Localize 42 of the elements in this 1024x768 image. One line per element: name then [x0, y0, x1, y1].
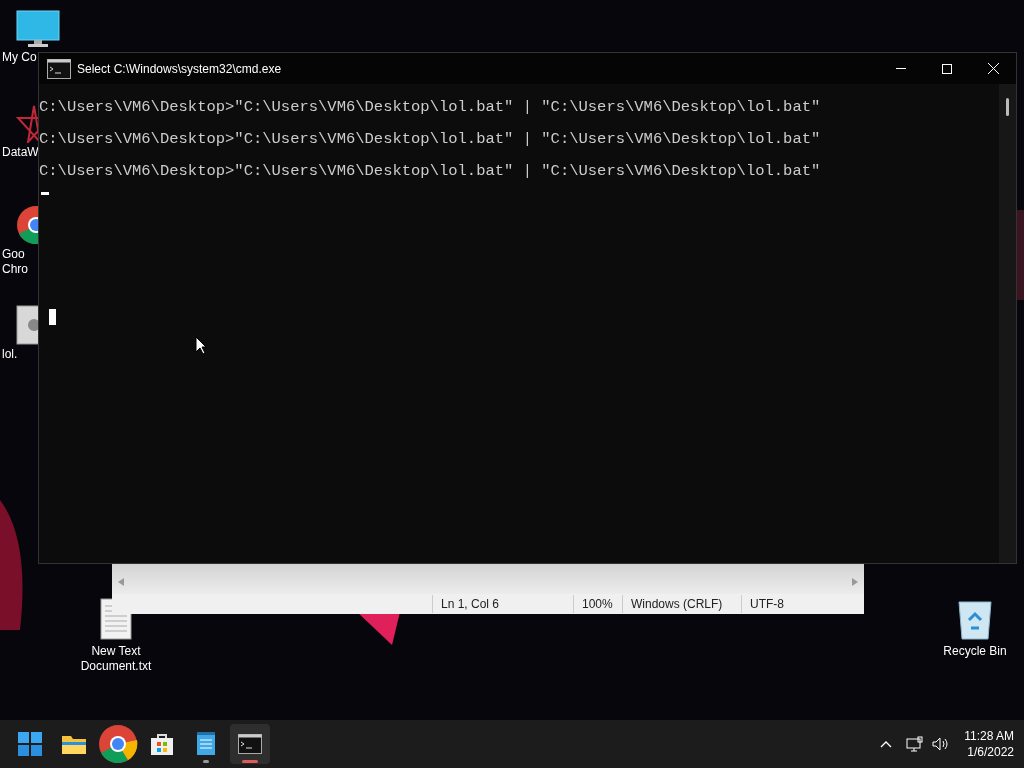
taskbar-app-button[interactable] — [98, 724, 138, 764]
running-indicator — [242, 760, 258, 763]
console-line: C:\Users\VM6\Desktop>"C:\Users\VM6\Desktop\lol.bat" | "C:\Users\VM6\Desktop\lol.bat" — [39, 99, 821, 116]
status-text: 100% — [573, 595, 622, 613]
mouse-pointer-icon — [195, 336, 207, 355]
icon-label: lol. — [2, 347, 18, 362]
windows-logo-icon — [18, 732, 42, 756]
recycle-bin-icon — [957, 598, 993, 640]
browser-icon — [98, 724, 138, 764]
gear-file-icon — [16, 305, 38, 345]
chevron-up-icon[interactable] — [880, 740, 893, 748]
network-icon[interactable] — [906, 736, 925, 752]
clock-time[interactable]: 11:28 AM — [964, 728, 1014, 744]
folder-icon — [61, 733, 87, 755]
monitor-icon — [16, 10, 60, 48]
running-indicator — [203, 760, 209, 763]
icon-label: My Co — [2, 50, 37, 65]
icon-label: Goo Chro — [2, 247, 28, 277]
clock-date[interactable]: 1/6/2022 — [967, 744, 1014, 760]
close-icon — [987, 63, 999, 74]
text-cursor — [41, 192, 49, 195]
window-title: Select C:\Windows\system32\cmd.exe — [77, 60, 282, 78]
minimize-icon — [896, 68, 906, 69]
notepad-icon — [196, 732, 216, 756]
terminal-icon — [47, 58, 71, 79]
maximize-icon — [942, 63, 952, 74]
console-line: C:\Users\VM6\Desktop>"C:\Users\VM6\Desktop\lol.bat" | "C:\Users\VM6\Desktop\lol.bat" — [39, 163, 821, 180]
console-line: C:\Users\VM6\Desktop>"C:\Users\VM6\Desktop\lol.bat" | "C:\Users\VM6\Desktop\lol.bat" — [39, 131, 821, 148]
status-text: Windows (CRLF) — [622, 595, 741, 613]
shopping-bag-icon — [150, 732, 174, 756]
vertical-scrollbar[interactable] — [999, 84, 1016, 563]
star-shape-icon — [16, 105, 38, 143]
terminal-icon — [238, 734, 262, 754]
scrollbar-thumb[interactable] — [1006, 98, 1009, 116]
icon-label: New Text Document.txt — [80, 644, 152, 674]
status-text: UTF-8 — [741, 595, 851, 613]
volume-icon[interactable] — [932, 737, 949, 751]
taskbar-app-button[interactable] — [230, 724, 270, 764]
status-text: Ln 1, Col 6 — [432, 595, 573, 613]
selection-cursor — [49, 309, 56, 325]
icon-label: Recycle Bin — [943, 644, 1007, 659]
icon-label: DataW — [2, 145, 39, 160]
